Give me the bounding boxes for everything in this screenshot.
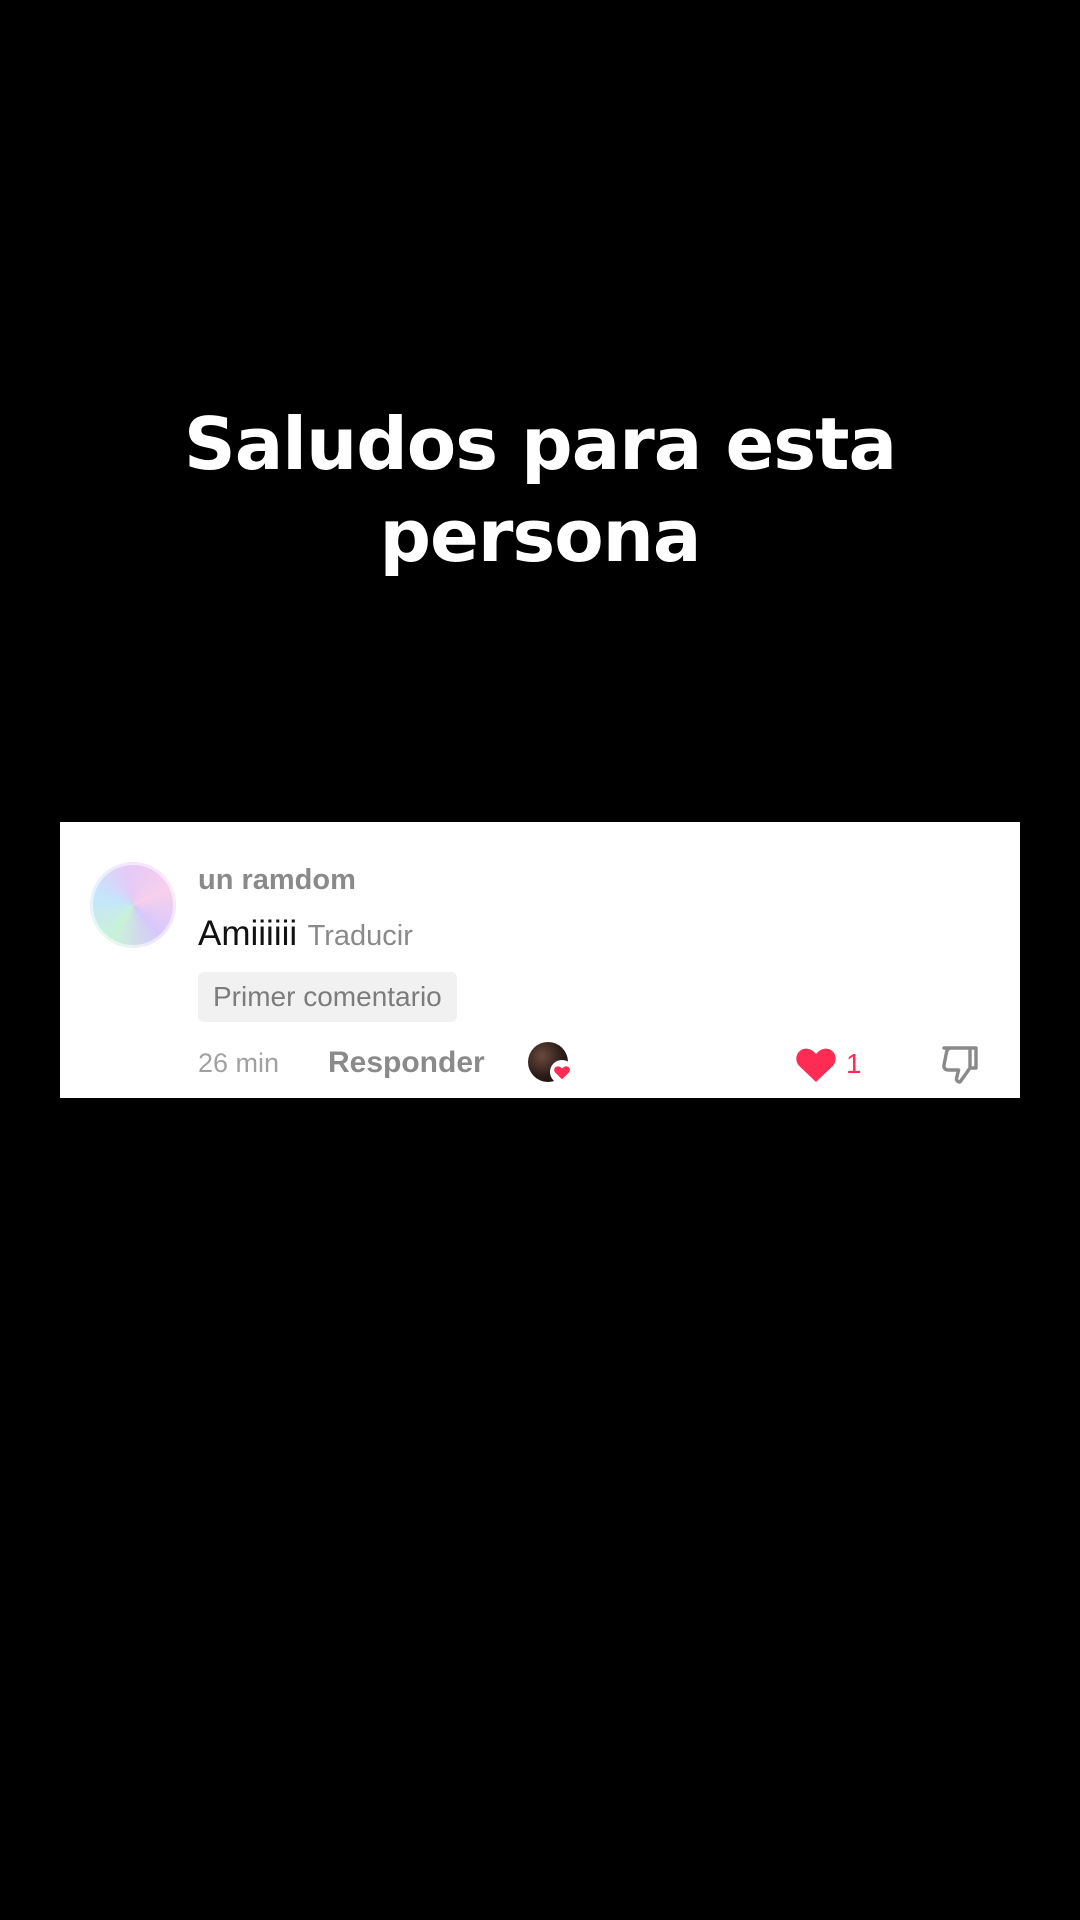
video-frame: Saludos para esta persona un ramdom Amii…: [0, 0, 1080, 1920]
creator-liked-indicator: [528, 1042, 574, 1086]
video-caption: Saludos para esta persona: [140, 398, 940, 582]
reply-button[interactable]: Responder: [328, 1046, 485, 1080]
comment-meta-row: 26 min Responder 1: [198, 1040, 998, 1086]
comment-username[interactable]: un ramdom: [198, 864, 356, 897]
like-count: 1: [846, 1048, 862, 1079]
translate-link[interactable]: Traducir: [308, 920, 413, 952]
comment-text: Amiiiiii: [198, 914, 298, 953]
heart-icon[interactable]: [794, 1044, 838, 1084]
thumbs-down-icon[interactable]: [938, 1042, 982, 1086]
avatar[interactable]: [90, 862, 176, 948]
first-comment-badge: Primer comentario: [198, 972, 457, 1022]
caption-line-2: persona: [379, 494, 701, 578]
caption-line-1: Saludos para esta: [183, 402, 897, 486]
comment-timestamp: 26 min: [198, 1048, 280, 1078]
comment-card: un ramdom Amiiiiii Traducir Primer comen…: [60, 822, 1020, 1098]
comment-body: Amiiiiii Traducir: [198, 914, 413, 954]
creator-heart-icon: [550, 1060, 574, 1084]
